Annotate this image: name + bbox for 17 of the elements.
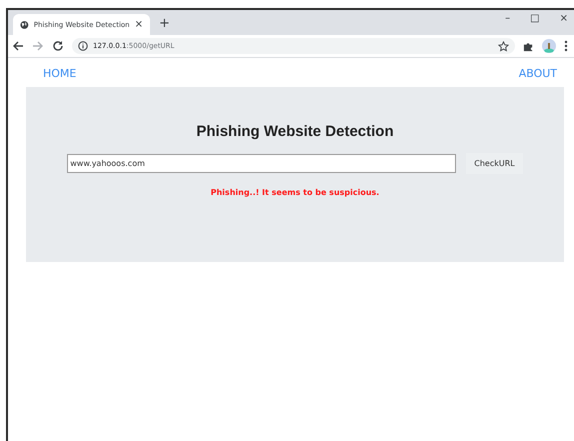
back-icon[interactable] bbox=[12, 40, 24, 52]
new-tab-button[interactable]: + bbox=[159, 17, 170, 31]
maximize-button[interactable]: □ bbox=[530, 13, 540, 24]
reload-icon[interactable] bbox=[52, 40, 64, 52]
close-tab-button[interactable]: × bbox=[134, 19, 143, 30]
page-heading: Phishing Website Detection bbox=[196, 123, 394, 140]
close-button[interactable]: × bbox=[560, 13, 568, 24]
star-icon[interactable] bbox=[498, 40, 509, 52]
info-icon bbox=[78, 41, 88, 51]
menu-icon[interactable] bbox=[564, 40, 568, 52]
avatar-icon[interactable] bbox=[542, 39, 556, 53]
url-input-field[interactable]: www.yahooos.com bbox=[67, 154, 456, 173]
globe-icon bbox=[20, 20, 29, 30]
puzzle-icon[interactable] bbox=[523, 40, 534, 52]
check-url-button[interactable]: CheckURL bbox=[466, 153, 523, 174]
result-message: Phishing..! It seems to be suspicious. bbox=[210, 188, 380, 197]
minimize-button[interactable]: – bbox=[505, 13, 510, 24]
